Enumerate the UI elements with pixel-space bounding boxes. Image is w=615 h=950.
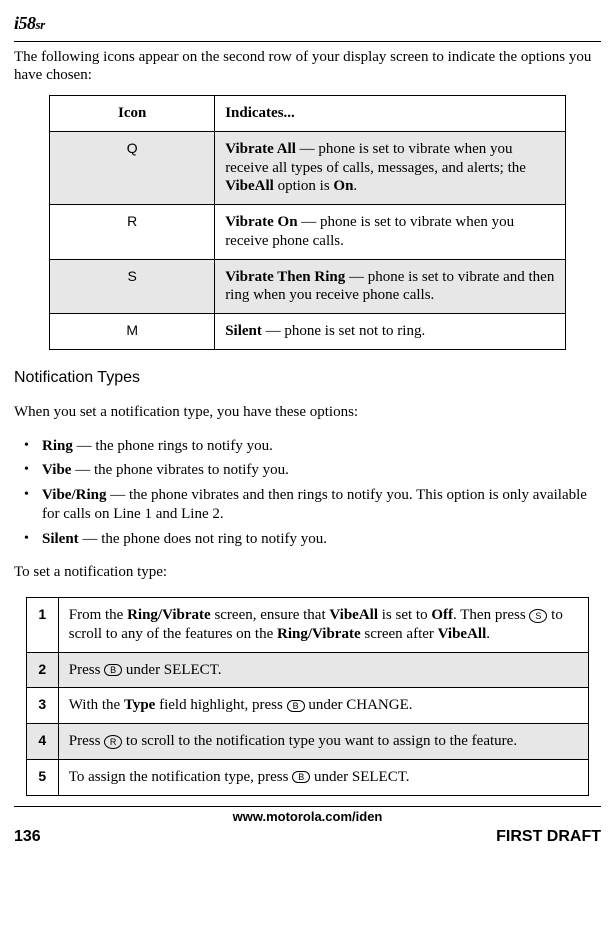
logo-suffix: sr	[36, 17, 45, 32]
step-row: 1 From the Ring/Vibrate screen, ensure t…	[26, 598, 589, 653]
step-text: With the Type field highlight, press B u…	[58, 688, 589, 724]
step-text: Press B under SELECT.	[58, 652, 589, 688]
nav-key-icon: R	[104, 735, 122, 749]
icon-indicates-table: Icon Indicates... Q Vibrate All — phone …	[49, 95, 566, 350]
options-list: Ring — the phone rings to notify you. Vi…	[14, 437, 601, 549]
vibrate-then-ring-icon: S	[50, 259, 215, 314]
softkey-icon: B	[287, 700, 305, 712]
table-row: M Silent — phone is set not to ring.	[50, 314, 566, 350]
table-row: S Vibrate Then Ring — phone is set to vi…	[50, 259, 566, 314]
step-row: 2 Press B under SELECT.	[26, 652, 589, 688]
header-indicates: Indicates...	[215, 96, 566, 132]
list-item: Silent — the phone does not ring to noti…	[14, 530, 601, 549]
section-lead-2: To set a notification type:	[14, 563, 601, 582]
softkey-icon: B	[104, 664, 122, 676]
step-text: To assign the notification type, press B…	[58, 759, 589, 795]
step-text: From the Ring/Vibrate screen, ensure tha…	[58, 598, 589, 653]
step-row: 4 Press R to scroll to the notification …	[26, 724, 589, 760]
list-item: Vibe — the phone vibrates to notify you.	[14, 461, 601, 480]
footer-line: 136 FIRST DRAFT	[14, 827, 601, 847]
table-header-row: Icon Indicates...	[50, 96, 566, 132]
step-number: 2	[26, 652, 58, 688]
row-description: Vibrate All — phone is set to vibrate wh…	[215, 131, 566, 204]
list-item: Vibe/Ring — the phone vibrates and then …	[14, 486, 601, 524]
row-description: Silent — phone is set not to ring.	[215, 314, 566, 350]
section-lead: When you set a notification type, you ha…	[14, 403, 601, 422]
step-number: 3	[26, 688, 58, 724]
draft-label: FIRST DRAFT	[496, 827, 601, 847]
vibrate-all-icon: Q	[50, 131, 215, 204]
nav-key-icon: S	[529, 609, 547, 623]
row-description: Vibrate Then Ring — phone is set to vibr…	[215, 259, 566, 314]
vibrate-on-icon: R	[50, 205, 215, 260]
row-description: Vibrate On — phone is set to vibrate whe…	[215, 205, 566, 260]
page-number: 136	[14, 827, 41, 847]
section-heading: Notification Types	[14, 368, 601, 388]
step-text: Press R to scroll to the notification ty…	[58, 724, 589, 760]
steps-table: 1 From the Ring/Vibrate screen, ensure t…	[26, 597, 590, 796]
header-divider	[14, 41, 601, 42]
silent-icon: M	[50, 314, 215, 350]
header-icon: Icon	[50, 96, 215, 132]
table-row: R Vibrate On — phone is set to vibrate w…	[50, 205, 566, 260]
step-number: 1	[26, 598, 58, 653]
step-number: 4	[26, 724, 58, 760]
step-number: 5	[26, 759, 58, 795]
softkey-icon: B	[292, 771, 310, 783]
step-row: 5 To assign the notification type, press…	[26, 759, 589, 795]
logo-main: i58	[14, 13, 36, 33]
list-item: Ring — the phone rings to notify you.	[14, 437, 601, 456]
intro-paragraph: The following icons appear on the second…	[14, 48, 601, 86]
product-logo: i58sr	[14, 12, 601, 35]
step-row: 3 With the Type field highlight, press B…	[26, 688, 589, 724]
footer-url: www.motorola.com/iden	[14, 806, 601, 825]
table-row: Q Vibrate All — phone is set to vibrate …	[50, 131, 566, 204]
